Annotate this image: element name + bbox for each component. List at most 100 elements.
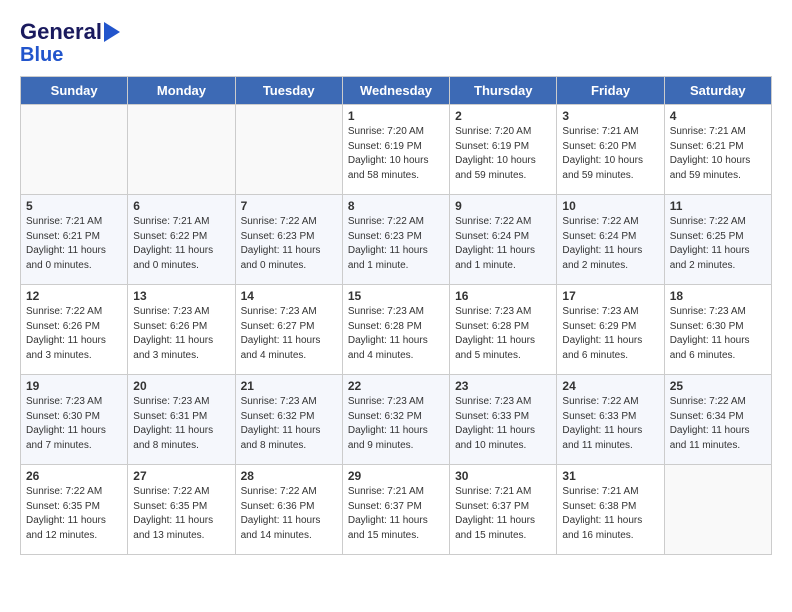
calendar-cell: 23Sunrise: 7:23 AM Sunset: 6:33 PM Dayli… (450, 375, 557, 465)
calendar-cell: 11 Sunrise: 7:22 AM Sunset: 6:25 PM Dayli… (664, 195, 771, 285)
logo-general: General (20, 20, 102, 44)
calendar-cell: 26Sunrise: 7:22 AM Sunset: 6:35 PM Dayli… (21, 465, 128, 555)
day-info: Sunrise: 7:23 AM Sunset: 6:28 PM Dayligh… (348, 305, 444, 363)
calendar-cell: 19 Sunrise: 7:23 AM Sunset: 6:30 PM Dayli… (21, 375, 128, 465)
day-number: 20 (133, 379, 229, 393)
day-number: 31 (562, 469, 658, 483)
calendar-week-row: 5 Sunrise: 7:21 AM Sunset: 6:21 PM Daylig… (21, 195, 772, 285)
day-info: Sunrise: 7:21 AM Sunset: 6:38 PM Dayligh… (562, 485, 658, 543)
day-info: Sunrise: 7:23 AM Sunset: 6:32 PM Dayligh… (348, 395, 444, 453)
day-info: Sunrise: 7:23 AM Sunset: 6:28 PM Dayligh… (455, 305, 551, 363)
calendar-cell: 24 Sunrise: 7:22 AM Sunset: 6:33 PM Dayli… (557, 375, 664, 465)
day-info: Sunrise: 7:23 AM Sunset: 6:32 PM Dayligh… (241, 395, 337, 453)
calendar-cell: 22 Sunrise: 7:23 AM Sunset: 6:32 PM Dayli… (342, 375, 449, 465)
day-info: Sunrise: 7:22 AM Sunset: 6:23 PM Dayligh… (348, 215, 444, 273)
logo: General Blue (20, 20, 120, 66)
calendar-cell: 29 Sunrise: 7:21 AM Sunset: 6:37 PM Dayli… (342, 465, 449, 555)
day-number: 26 (26, 469, 122, 483)
day-info: Sunrise: 7:22 AM Sunset: 6:36 PM Dayligh… (241, 485, 337, 543)
calendar-cell: 4Sunrise: 7:21 AM Sunset: 6:21 PM Daylig… (664, 105, 771, 195)
day-number: 9 (455, 199, 551, 213)
calendar-cell: 10 Sunrise: 7:22 AM Sunset: 6:24 PM Dayli… (557, 195, 664, 285)
day-info: Sunrise: 7:21 AM Sunset: 6:21 PM Dayligh… (26, 215, 122, 273)
calendar-cell: 25Sunrise: 7:22 AM Sunset: 6:34 PM Dayli… (664, 375, 771, 465)
col-header-tuesday: Tuesday (235, 77, 342, 105)
day-number: 2 (455, 109, 551, 123)
calendar-cell (21, 105, 128, 195)
day-info: Sunrise: 7:22 AM Sunset: 6:23 PM Dayligh… (241, 215, 337, 273)
day-info: Sunrise: 7:21 AM Sunset: 6:22 PM Dayligh… (133, 215, 229, 273)
col-header-thursday: Thursday (450, 77, 557, 105)
logo-arrow-icon (104, 22, 120, 42)
calendar-cell: 30 Sunrise: 7:21 AM Sunset: 6:37 PM Dayli… (450, 465, 557, 555)
calendar-week-row: 26 Sunrise: 7:22 AM Sunset: 6:35 PM Dayli… (21, 465, 772, 555)
page-header: General Blue (20, 20, 772, 66)
col-header-saturday: Saturday (664, 77, 771, 105)
day-number: 25 (670, 379, 766, 393)
calendar-cell (235, 105, 342, 195)
calendar-cell: 5 Sunrise: 7:21 AM Sunset: 6:21 PM Daylig… (21, 195, 128, 285)
day-number: 7 (241, 199, 337, 213)
calendar-cell: 31 Sunrise: 7:21 AM Sunset: 6:38 PM Dayli… (557, 465, 664, 555)
calendar-cell: 28 Sunrise: 7:22 AM Sunset: 6:36 PM Dayli… (235, 465, 342, 555)
day-number: 27 (133, 469, 229, 483)
day-number: 3 (562, 109, 658, 123)
day-info: Sunrise: 7:23 AM Sunset: 6:31 PM Dayligh… (133, 395, 229, 453)
day-info: Sunrise: 7:21 AM Sunset: 6:37 PM Dayligh… (348, 485, 444, 543)
day-number: 29 (348, 469, 444, 483)
day-number: 23 (455, 379, 551, 393)
calendar-cell: 20 Sunrise: 7:23 AM Sunset: 6:31 PM Dayli… (128, 375, 235, 465)
calendar-cell: 14 Sunrise: 7:23 AM Sunset: 6:27 PM Dayli… (235, 285, 342, 375)
day-info: Sunrise: 7:23 AM Sunset: 6:30 PM Dayligh… (670, 305, 766, 363)
col-header-wednesday: Wednesday (342, 77, 449, 105)
day-number: 16 (455, 289, 551, 303)
day-number: 22 (348, 379, 444, 393)
day-number: 4 (670, 109, 766, 123)
day-info: Sunrise: 7:22 AM Sunset: 6:25 PM Dayligh… (670, 215, 766, 273)
calendar-week-row: 19 Sunrise: 7:23 AM Sunset: 6:30 PM Dayli… (21, 375, 772, 465)
col-header-sunday: Sunday (21, 77, 128, 105)
col-header-friday: Friday (557, 77, 664, 105)
day-number: 28 (241, 469, 337, 483)
day-number: 14 (241, 289, 337, 303)
day-number: 19 (26, 379, 122, 393)
day-number: 6 (133, 199, 229, 213)
calendar-cell: 3 Sunrise: 7:21 AM Sunset: 6:20 PM Daylig… (557, 105, 664, 195)
day-info: Sunrise: 7:22 AM Sunset: 6:33 PM Dayligh… (562, 395, 658, 453)
calendar-cell: 16 Sunrise: 7:23 AM Sunset: 6:28 PM Dayli… (450, 285, 557, 375)
day-number: 30 (455, 469, 551, 483)
calendar-cell: 15Sunrise: 7:23 AM Sunset: 6:28 PM Dayli… (342, 285, 449, 375)
calendar-cell: 13Sunrise: 7:23 AM Sunset: 6:26 PM Dayli… (128, 285, 235, 375)
day-number: 12 (26, 289, 122, 303)
calendar-cell: 8 Sunrise: 7:22 AM Sunset: 6:23 PM Daylig… (342, 195, 449, 285)
day-number: 24 (562, 379, 658, 393)
calendar-cell: 17Sunrise: 7:23 AM Sunset: 6:29 PM Dayli… (557, 285, 664, 375)
day-info: Sunrise: 7:22 AM Sunset: 6:26 PM Dayligh… (26, 305, 122, 363)
day-info: Sunrise: 7:21 AM Sunset: 6:20 PM Dayligh… (562, 125, 658, 183)
day-info: Sunrise: 7:21 AM Sunset: 6:37 PM Dayligh… (455, 485, 551, 543)
calendar-cell: 1Sunrise: 7:20 AM Sunset: 6:19 PM Daylig… (342, 105, 449, 195)
calendar-header-row: SundayMondayTuesdayWednesdayThursdayFrid… (21, 77, 772, 105)
day-number: 17 (562, 289, 658, 303)
day-number: 21 (241, 379, 337, 393)
calendar-week-row: 12 Sunrise: 7:22 AM Sunset: 6:26 PM Dayli… (21, 285, 772, 375)
day-info: Sunrise: 7:22 AM Sunset: 6:24 PM Dayligh… (562, 215, 658, 273)
calendar-table: SundayMondayTuesdayWednesdayThursdayFrid… (20, 76, 772, 555)
calendar-cell: 6 Sunrise: 7:21 AM Sunset: 6:22 PM Daylig… (128, 195, 235, 285)
calendar-cell: 9 Sunrise: 7:22 AM Sunset: 6:24 PM Daylig… (450, 195, 557, 285)
day-info: Sunrise: 7:23 AM Sunset: 6:27 PM Dayligh… (241, 305, 337, 363)
calendar-cell: 21 Sunrise: 7:23 AM Sunset: 6:32 PM Dayli… (235, 375, 342, 465)
calendar-cell: 7 Sunrise: 7:22 AM Sunset: 6:23 PM Daylig… (235, 195, 342, 285)
day-info: Sunrise: 7:23 AM Sunset: 6:30 PM Dayligh… (26, 395, 122, 453)
day-info: Sunrise: 7:22 AM Sunset: 6:24 PM Dayligh… (455, 215, 551, 273)
calendar-cell (128, 105, 235, 195)
calendar-cell: 2Sunrise: 7:20 AM Sunset: 6:19 PM Daylig… (450, 105, 557, 195)
day-number: 8 (348, 199, 444, 213)
day-number: 5 (26, 199, 122, 213)
calendar-cell: 27 Sunrise: 7:22 AM Sunset: 6:35 PM Dayli… (128, 465, 235, 555)
calendar-cell: 12 Sunrise: 7:22 AM Sunset: 6:26 PM Dayli… (21, 285, 128, 375)
day-number: 11 (670, 199, 766, 213)
day-number: 10 (562, 199, 658, 213)
day-number: 1 (348, 109, 444, 123)
day-info: Sunrise: 7:22 AM Sunset: 6:35 PM Dayligh… (133, 485, 229, 543)
